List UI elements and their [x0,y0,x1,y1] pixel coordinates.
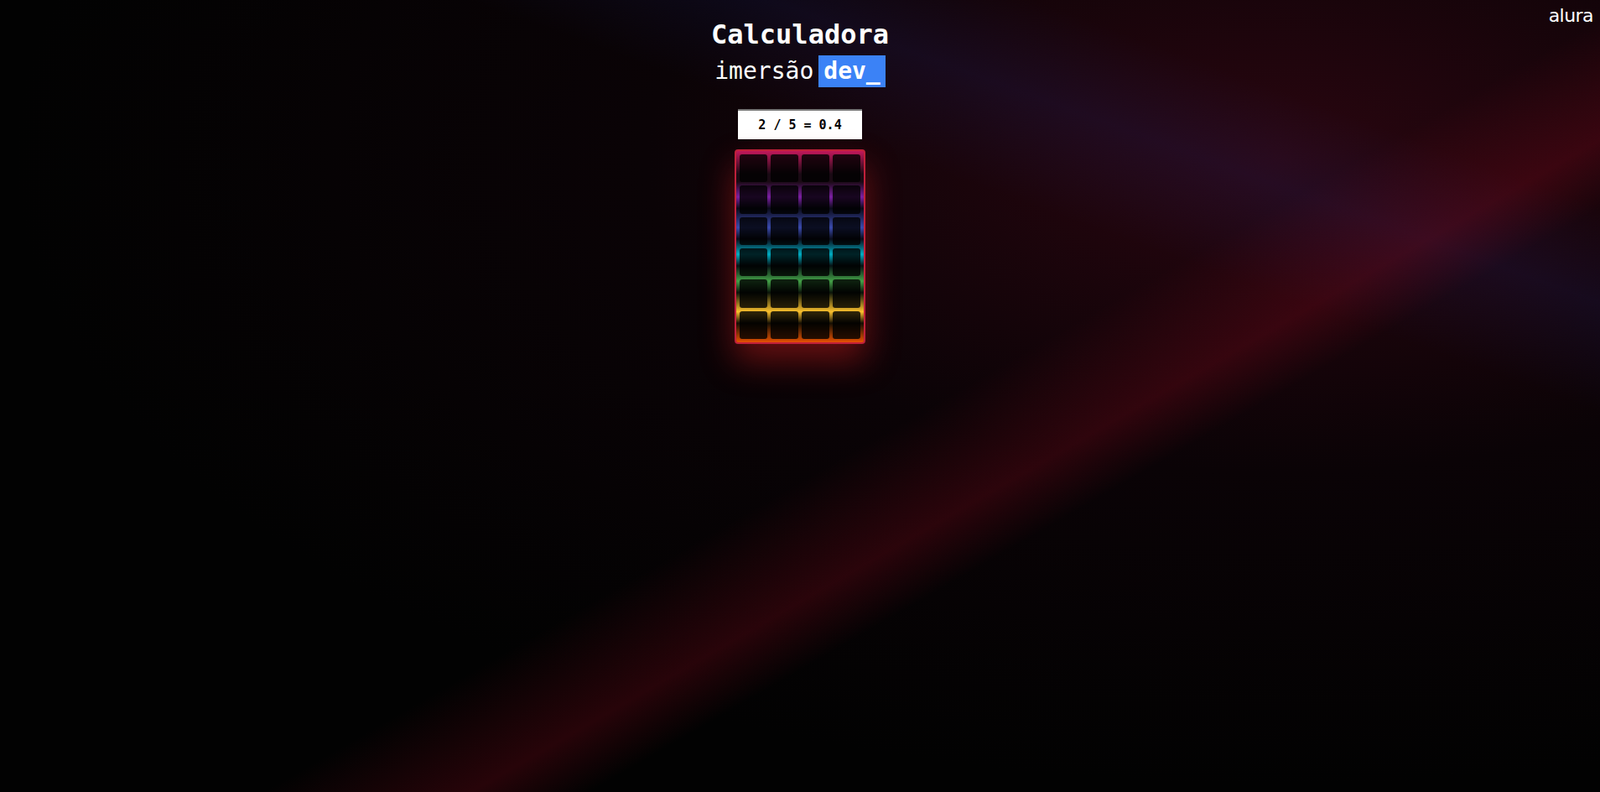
alura-logo[interactable]: alura [1548,1,1594,30]
keypad-key [801,154,830,182]
keypad-key [739,311,768,339]
keypad-key [739,154,768,182]
keypad-key [832,311,861,339]
keypad-key [832,185,861,213]
keypad-key [739,248,768,276]
keypad-key [801,311,830,339]
keypad-key [832,217,861,245]
main-column: Calculadora imersãodev_ 2 / 5 = 0.4 [0,0,1600,344]
keypad-photo [734,149,866,344]
calculator-display: 2 / 5 = 0.4 [737,110,863,140]
subtitle: imersãodev_ [714,55,885,88]
keypad-key [801,279,830,307]
keypad-key [832,279,861,307]
keypad-key [739,279,768,307]
keypad-key [770,311,799,339]
page-title: Calculadora [711,18,889,51]
keypad-key [739,217,768,245]
keypad-key [770,248,799,276]
keypad-key [770,217,799,245]
keypad-key [770,154,799,182]
keypad-key [739,185,768,213]
keypad-key [801,185,830,213]
keypad-key [832,154,861,182]
subtitle-highlight: dev_ [818,55,885,88]
subtitle-prefix: imersão [714,55,814,88]
keypad-key [801,217,830,245]
keypad-key [770,279,799,307]
keypad-key [770,185,799,213]
keypad-key [832,248,861,276]
keypad-keys [739,154,861,339]
keypad-key [801,248,830,276]
